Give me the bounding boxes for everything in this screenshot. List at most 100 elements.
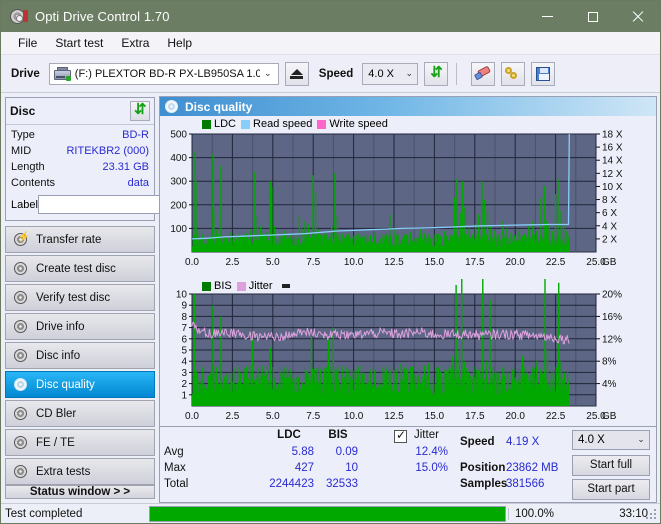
- content-area: Disc quality LDC Read speed Write speed …: [159, 93, 660, 503]
- page-title: Disc quality: [185, 99, 253, 114]
- stats-max-jitter: 15.0%: [415, 461, 448, 474]
- disc-row-value: BD-R: [122, 129, 149, 141]
- svg-text:5.0: 5.0: [266, 411, 280, 422]
- sidebar-item-disc-quality[interactable]: Disc quality: [5, 371, 155, 398]
- svg-text:0.0: 0.0: [185, 257, 199, 268]
- svg-text:9: 9: [181, 301, 187, 312]
- sidebar-item-drive-info[interactable]: Drive info: [5, 313, 155, 340]
- disc-icon: [13, 319, 29, 335]
- disc-row-key: MID: [11, 145, 32, 157]
- resize-grip[interactable]: [646, 509, 658, 521]
- sidebar-item-label: Verify test disc: [36, 291, 111, 304]
- erase-button[interactable]: [471, 61, 496, 86]
- disc-panel-header: Disc: [6, 98, 154, 125]
- save-button[interactable]: [531, 61, 556, 86]
- legend-item-read-speed: Read speed: [241, 118, 312, 130]
- stats-avg-bis: 0.09: [335, 445, 358, 458]
- stats-panel: LDC BIS Avg Max Total 5.88 427 2244423 0…: [160, 425, 656, 502]
- svg-text:4: 4: [181, 357, 187, 368]
- keys-button[interactable]: [501, 61, 526, 86]
- stats-col-bis: BIS: [328, 428, 348, 441]
- status-window-button[interactable]: Status window > >: [5, 485, 155, 499]
- sidebar-item-create-test-disc[interactable]: Create test disc: [5, 255, 155, 282]
- sidebar-item-cd-bler[interactable]: CD Bler: [5, 400, 155, 427]
- position-stat-label: Position: [460, 461, 506, 474]
- minimize-button[interactable]: [525, 1, 570, 32]
- svg-text:5.0: 5.0: [266, 257, 280, 268]
- svg-text:2: 2: [181, 379, 187, 390]
- bis-chart-canvas: 12345678910 4% 8% 12% 16% 20% 0.0 2.5 5.0 7.5 10.0…: [176, 279, 622, 422]
- legend-item-bis: BIS: [202, 280, 232, 292]
- toolbar-divider: [456, 62, 458, 85]
- start-full-button[interactable]: Start full: [572, 454, 650, 476]
- disc-row-value: RITEKBR2 (000): [66, 145, 149, 157]
- ldc-chart-canvas: 100 200 300 400 500 2 X 4 X 6 X 8 X 10 X 12 X 14 X 1…: [170, 130, 623, 269]
- minimize-icon: [542, 16, 553, 17]
- svg-text:300: 300: [170, 177, 187, 188]
- menu-extra[interactable]: Extra: [112, 34, 158, 52]
- test-speed-select[interactable]: 4.0 X ⌄: [572, 429, 650, 450]
- jitter-checkbox[interactable]: [394, 428, 407, 443]
- svg-text:6: 6: [181, 334, 187, 345]
- disc-row-value: data: [127, 177, 149, 189]
- legend-label: Read speed: [253, 118, 313, 130]
- svg-text:12.5: 12.5: [384, 257, 404, 268]
- svg-text:400: 400: [170, 153, 187, 164]
- sidebar-item-disc-info[interactable]: Disc info: [5, 342, 155, 369]
- svg-text:5: 5: [181, 346, 187, 357]
- svg-text:16%: 16%: [602, 312, 622, 323]
- speed-select[interactable]: 4.0 X ⌄: [362, 62, 419, 85]
- start-part-button[interactable]: Start part: [572, 478, 650, 500]
- eject-button[interactable]: [284, 61, 309, 86]
- disc-icon: [13, 377, 29, 393]
- stats-row-label-total: Total: [164, 477, 189, 490]
- disc-row-key: Contents: [11, 177, 56, 189]
- disc-row-type: Type BD-R: [11, 127, 149, 143]
- sidebar: Disc Type BD-R MID RITEKBR2 (000): [1, 93, 241, 503]
- svg-text:10.0: 10.0: [344, 257, 364, 268]
- svg-text:15.0: 15.0: [425, 257, 445, 268]
- svg-text:6 X: 6 X: [602, 208, 617, 219]
- disc-icon: ⚡: [13, 232, 30, 248]
- keys-icon: [505, 66, 521, 81]
- disc-refresh-button[interactable]: [130, 100, 150, 121]
- jitter-label: Jitter: [414, 428, 439, 441]
- sidebar-item-label: Extra tests: [36, 465, 91, 478]
- svg-text:20%: 20%: [602, 290, 622, 301]
- maximize-button[interactable]: [570, 1, 615, 32]
- disc-label-row: Label: [11, 194, 241, 215]
- speed-stat-value: 4.19 X: [506, 435, 540, 448]
- stats-total-ldc: 2244423: [269, 477, 314, 490]
- sidebar-item-verify-test-disc[interactable]: Verify test disc: [5, 284, 155, 311]
- body-area: Disc Type BD-R MID RITEKBR2 (000): [1, 93, 660, 503]
- legend-item-ldc: LDC: [202, 118, 236, 130]
- close-icon: [632, 11, 644, 23]
- drive-label: Drive: [11, 67, 40, 80]
- menu-help[interactable]: Help: [158, 34, 201, 52]
- svg-text:4%: 4%: [602, 379, 617, 390]
- refresh-button[interactable]: [424, 61, 449, 86]
- eject-icon: [290, 68, 304, 79]
- svg-text:7.5: 7.5: [306, 411, 320, 422]
- menu-start-test[interactable]: Start test: [46, 34, 112, 52]
- close-button[interactable]: [615, 1, 660, 32]
- refresh-icon: [428, 63, 444, 82]
- sidebar-item-transfer-rate[interactable]: ⚡ Transfer rate: [5, 226, 155, 253]
- chevron-down-icon: ⌄: [405, 68, 414, 78]
- legend-label: Write speed: [329, 118, 388, 130]
- sidebar-item-label: FE / TE: [36, 436, 75, 449]
- sidebar-item-fe-te[interactable]: FE / TE: [5, 429, 155, 456]
- menu-file[interactable]: File: [9, 34, 46, 52]
- stats-col-ldc: LDC: [277, 428, 301, 441]
- disc-icon: [13, 435, 29, 451]
- svg-text:100: 100: [170, 224, 187, 235]
- svg-text:7: 7: [181, 323, 187, 334]
- drive-icon: [53, 66, 71, 81]
- drive-select[interactable]: (F:) PLEXTOR BD-R PX-LB950SA 1.06 ⌄: [48, 62, 279, 85]
- refresh-icon: [132, 100, 148, 119]
- legend-swatch: [202, 281, 211, 291]
- charts-container: LDC Read speed Write speed 100 200 300 4…: [160, 116, 656, 502]
- sidebar-item-extra-tests[interactable]: Extra tests: [5, 458, 155, 485]
- sidebar-nav: ⚡ Transfer rate Create test disc Verify …: [5, 226, 155, 485]
- legend-swatch: [241, 119, 251, 129]
